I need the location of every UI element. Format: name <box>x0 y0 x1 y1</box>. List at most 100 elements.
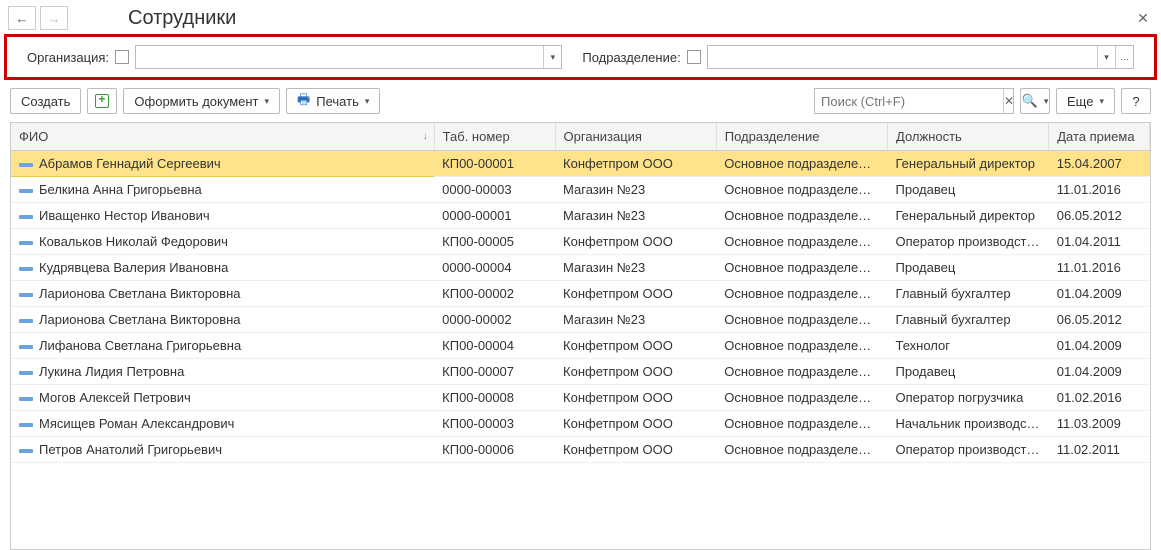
cell-date: 11.02.2011 <box>1049 437 1150 463</box>
cell-tab: 0000-00004 <box>434 255 555 281</box>
employees-table-container: ФИО ↓ Таб. номер Организация Подразделен… <box>10 122 1151 550</box>
cell-pos: Оператор производст… <box>888 437 1049 463</box>
page-title: Сотрудники <box>128 7 236 30</box>
cell-fio: Абрамов Геннадий Сергеевич <box>39 156 221 171</box>
table-row[interactable]: Ларионова Светлана Викторовна0000-00002М… <box>11 307 1150 333</box>
employee-icon <box>19 264 33 274</box>
print-button[interactable]: 🖶 Печать ▾ <box>286 88 380 114</box>
employee-icon <box>19 368 33 378</box>
employee-icon <box>19 160 33 170</box>
search-icon: 🔍 <box>1022 93 1038 109</box>
cell-date: 01.04.2011 <box>1049 229 1150 255</box>
close-button[interactable]: ✕ <box>1133 8 1153 28</box>
table-row[interactable]: Ковальков Николай ФедоровичКП00-00005Кон… <box>11 229 1150 255</box>
search-input[interactable] <box>815 89 1003 113</box>
cell-fio: Кудрявцева Валерия Ивановна <box>39 260 228 275</box>
cell-dept: Основное подразделе… <box>716 333 887 359</box>
printer-icon: 🖶 <box>297 89 310 113</box>
cell-org: Конфетпром ООО <box>555 411 716 437</box>
cell-dept: Основное подразделе… <box>716 203 887 229</box>
create-copy-button[interactable] <box>87 88 117 114</box>
cell-org: Конфетпром ООО <box>555 151 716 177</box>
create-document-label: Оформить документ <box>134 94 258 109</box>
cell-pos: Оператор погрузчика <box>888 385 1049 411</box>
cell-pos: Генеральный директор <box>888 151 1049 177</box>
cell-org: Магазин №23 <box>555 255 716 281</box>
search-clear-button[interactable]: ✕ <box>1003 89 1014 113</box>
close-icon: ✕ <box>1004 94 1014 108</box>
create-button[interactable]: Создать <box>10 88 81 114</box>
org-filter-input[interactable] <box>136 46 543 68</box>
create-document-button[interactable]: Оформить документ ▾ <box>123 88 280 114</box>
cell-date: 01.02.2016 <box>1049 385 1150 411</box>
cell-pos: Начальник производс… <box>888 411 1049 437</box>
table-row[interactable]: Мясищев Роман АлександровичКП00-00003Кон… <box>11 411 1150 437</box>
cell-pos: Главный бухгалтер <box>888 307 1049 333</box>
dept-filter-input[interactable] <box>708 46 1097 68</box>
table-row[interactable]: Абрамов Геннадий Сергеевич КП00-00001Конф… <box>11 151 1150 177</box>
col-header-pos[interactable]: Должность <box>888 123 1049 151</box>
cell-date: 15.04.2007 <box>1049 151 1150 177</box>
col-header-dept[interactable]: Подразделение <box>716 123 887 151</box>
table-row[interactable]: Лифанова Светлана ГригорьевнаКП00-00004К… <box>11 333 1150 359</box>
cell-dept: Основное подразделе… <box>716 359 887 385</box>
cell-pos: Генеральный директор <box>888 203 1049 229</box>
chevron-down-icon: ▾ <box>365 96 370 107</box>
more-button[interactable]: Еще ▾ <box>1056 88 1115 114</box>
cell-fio: Петров Анатолий Григорьевич <box>39 442 222 457</box>
cell-fio: Лифанова Светлана Григорьевна <box>39 338 241 353</box>
dept-filter-dropdown-button[interactable]: ▾ <box>1097 46 1115 68</box>
dept-filter-more-button[interactable]: … <box>1115 46 1133 68</box>
cell-org: Магазин №23 <box>555 177 716 203</box>
dept-filter-checkbox[interactable] <box>687 50 701 64</box>
table-row[interactable]: Иващенко Нестор Иванович0000-00001Магази… <box>11 203 1150 229</box>
cell-fio: Ковальков Николай Федорович <box>39 234 228 249</box>
cell-dept: Основное подразделе… <box>716 229 887 255</box>
table-row[interactable]: Лукина Лидия ПетровнаКП00-00007Конфетпро… <box>11 359 1150 385</box>
employee-icon <box>19 446 33 456</box>
cell-fio: Иващенко Нестор Иванович <box>39 208 210 223</box>
chevron-down-icon: ▾ <box>1099 96 1104 107</box>
dept-filter-combo[interactable]: ▾ … <box>707 45 1134 69</box>
ellipsis-icon: … <box>1120 52 1129 62</box>
employee-icon <box>19 290 33 300</box>
help-button[interactable]: ? <box>1121 88 1151 114</box>
cell-org: Конфетпром ООО <box>555 385 716 411</box>
cell-tab: КП00-00004 <box>434 333 555 359</box>
cell-org: Магазин №23 <box>555 203 716 229</box>
table-row[interactable]: Петров Анатолий ГригорьевичКП00-00006Кон… <box>11 437 1150 463</box>
org-filter-combo[interactable]: ▾ <box>135 45 562 69</box>
cell-tab: 0000-00003 <box>434 177 555 203</box>
cell-pos: Продавец <box>888 177 1049 203</box>
cell-tab: КП00-00002 <box>434 281 555 307</box>
table-row[interactable]: Могов Алексей ПетровичКП00-00008Конфетпр… <box>11 385 1150 411</box>
table-row[interactable]: Ларионова Светлана ВикторовнаКП00-00002К… <box>11 281 1150 307</box>
org-filter-dropdown-button[interactable]: ▾ <box>543 46 561 68</box>
cell-date: 01.04.2009 <box>1049 281 1150 307</box>
help-icon: ? <box>1132 94 1139 109</box>
plus-document-icon <box>95 94 109 108</box>
filter-bar: Организация: ▾ Подразделение: ▾ … <box>4 34 1157 80</box>
table-row[interactable]: Кудрявцева Валерия Ивановна 0000-00004Маг… <box>11 255 1150 281</box>
col-header-fio[interactable]: ФИО ↓ <box>11 123 434 151</box>
col-header-org[interactable]: Организация <box>555 123 716 151</box>
cell-fio: Мясищев Роман Александрович <box>39 416 234 431</box>
org-filter-checkbox[interactable] <box>115 50 129 64</box>
search-options-button[interactable]: 🔍 ▾ <box>1020 88 1050 114</box>
cell-dept: Основное подразделе… <box>716 281 887 307</box>
nav-forward-button[interactable]: → <box>40 6 68 30</box>
print-button-label: Печать <box>316 94 359 109</box>
employee-icon <box>19 212 33 222</box>
close-icon: ✕ <box>1137 10 1149 27</box>
cell-tab: 0000-00002 <box>434 307 555 333</box>
col-header-tab[interactable]: Таб. номер <box>434 123 555 151</box>
cell-tab: КП00-00001 <box>434 151 555 177</box>
toolbar: Создать Оформить документ ▾ 🖶 Печать ▾ ✕… <box>0 84 1161 122</box>
col-header-date[interactable]: Дата приема <box>1049 123 1150 151</box>
cell-pos: Продавец <box>888 255 1049 281</box>
nav-back-button[interactable]: ← <box>8 6 36 30</box>
table-row[interactable]: Белкина Анна Григорьевна0000-00003Магази… <box>11 177 1150 203</box>
search-box[interactable]: ✕ <box>814 88 1014 114</box>
cell-dept: Основное подразделе… <box>716 307 887 333</box>
cell-date: 11.01.2016 <box>1049 255 1150 281</box>
